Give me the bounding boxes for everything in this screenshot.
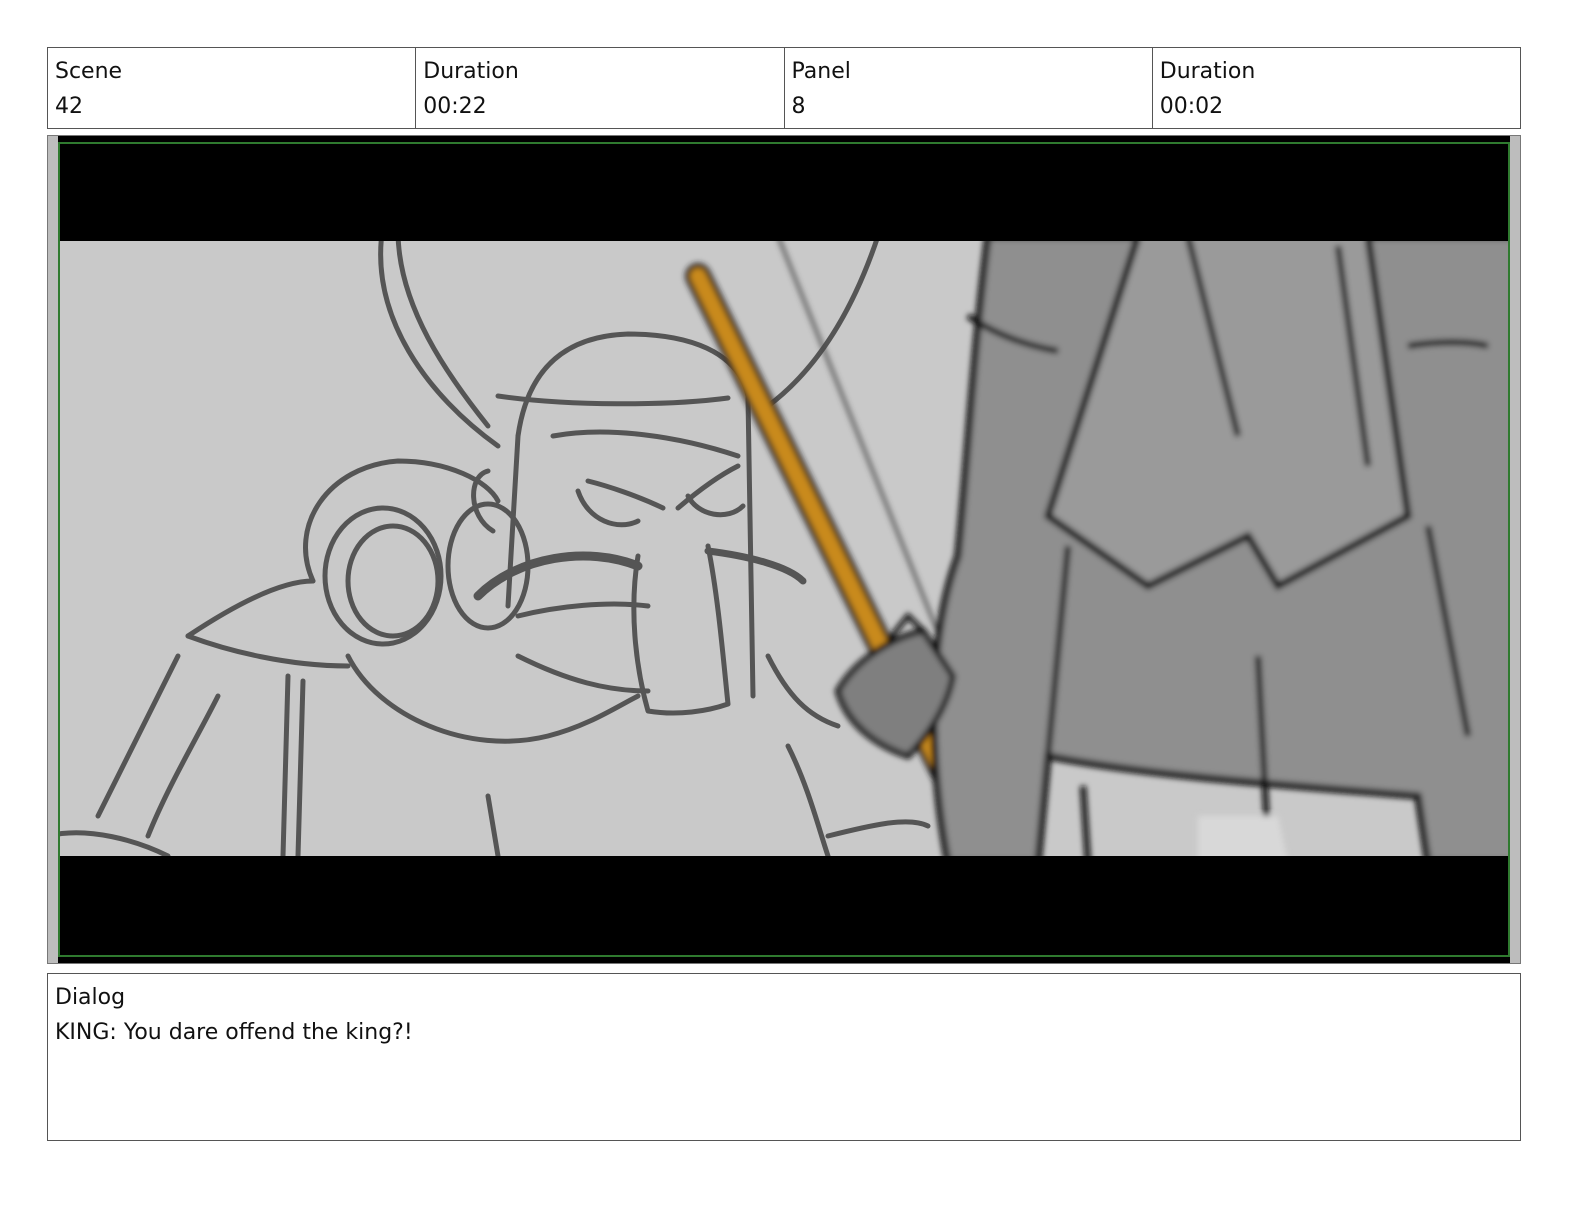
scene-cell: Scene 42	[48, 48, 417, 128]
panel-label: Panel	[791, 59, 851, 84]
letterbox-bottom	[48, 856, 1520, 963]
outer-matte-left	[48, 136, 58, 963]
scene-duration-cell: Duration 00:22	[416, 48, 785, 128]
scene-label: Scene	[55, 59, 123, 84]
panel-value: 8	[791, 94, 806, 119]
dialog-box: Dialog KING: You dare offend the king?!	[47, 973, 1521, 1141]
outer-matte-right	[1510, 136, 1520, 963]
panel-duration-value: 00:02	[1159, 94, 1224, 119]
storyboard-panel	[47, 135, 1521, 964]
panel-info-header: Scene 42 Duration 00:22 Panel 8 Duration…	[47, 47, 1521, 129]
panel-duration-label: Duration	[1159, 59, 1256, 84]
scene-value: 42	[55, 94, 83, 119]
panel-cell: Panel 8	[785, 48, 1153, 128]
letterbox-top	[48, 136, 1520, 241]
panel-duration-cell: Duration 00:02	[1153, 48, 1520, 128]
dialog-label: Dialog	[55, 985, 126, 1010]
scene-duration-label: Duration	[423, 59, 519, 84]
storyboard-sketch	[48, 136, 1520, 963]
scene-duration-value: 00:22	[423, 94, 487, 119]
dialog-text: KING: You dare offend the king?!	[55, 1020, 413, 1045]
